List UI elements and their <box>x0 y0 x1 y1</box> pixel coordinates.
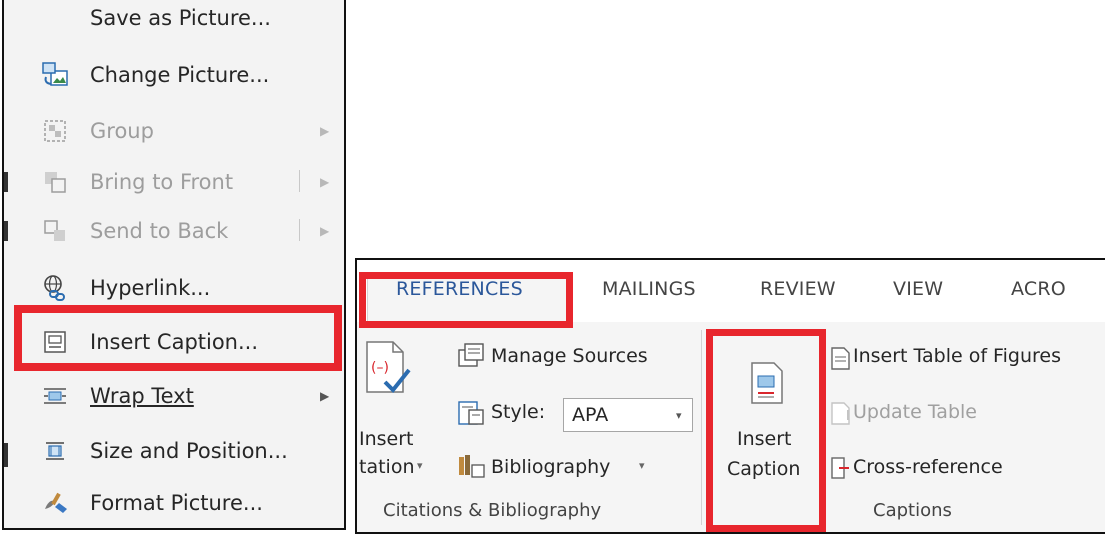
submenu-arrow-icon: ▶ <box>320 175 330 189</box>
tab-mailings[interactable]: MAILINGS <box>602 278 696 300</box>
highlight-box-menu <box>14 305 342 371</box>
menu-item-label: Format Picture... <box>90 491 263 515</box>
table-of-figures-icon <box>831 347 850 370</box>
size-position-icon <box>40 436 70 466</box>
dropdown-arrow-icon: ▾ <box>639 459 645 472</box>
captions-group-label: Captions <box>873 500 952 521</box>
menu-item-label: Size and Position... <box>90 439 288 463</box>
menu-item-label: Group <box>90 119 154 143</box>
left-edge-mark <box>4 221 8 241</box>
wrap-text-icon <box>40 381 70 411</box>
menu-item-format-picture[interactable]: Format Picture... <box>4 477 344 529</box>
menu-item-label: Save as Picture... <box>90 6 271 30</box>
references-ribbon: REFERENCES MAILINGS REVIEW VIEW ACRO (–)… <box>355 258 1105 534</box>
context-menu: Save as Picture... Change Picture... Gro… <box>2 0 346 530</box>
menu-item-label: Send to Back <box>90 219 229 243</box>
submenu-arrow-icon: ▶ <box>320 124 330 138</box>
bring-to-front-icon <box>40 167 70 197</box>
insert-citation-icon: (–) <box>366 341 411 393</box>
menu-item-change-picture[interactable]: Change Picture... <box>4 49 344 101</box>
highlight-box-caption <box>706 329 826 532</box>
split-separator <box>299 219 300 241</box>
send-to-back-icon <box>40 216 70 246</box>
group-separator <box>701 330 702 525</box>
menu-item-label: Change Picture... <box>90 63 270 87</box>
menu-item-send-to-back[interactable]: Send to Back ▶ <box>4 205 344 257</box>
cross-reference-icon <box>831 457 849 479</box>
insert-table-of-figures-button[interactable]: Insert Table of Figures <box>853 345 1061 367</box>
menu-item-save-as-picture[interactable]: Save as Picture... <box>4 0 344 44</box>
left-edge-mark <box>4 443 8 467</box>
bibliography-button[interactable]: Bibliography <box>491 456 610 478</box>
left-edge-mark <box>4 172 8 192</box>
menu-item-label: Hyperlink... <box>90 276 211 300</box>
dropdown-arrow-icon: ▾ <box>417 459 423 472</box>
split-separator <box>299 170 300 192</box>
submenu-arrow-icon: ▶ <box>320 389 330 403</box>
style-label: Style: <box>491 401 546 423</box>
style-value: APA <box>572 404 609 426</box>
bibliography-icon <box>459 455 485 478</box>
menu-item-label: Bring to Front <box>90 170 234 194</box>
menu-item-wrap-text[interactable]: Wrap Text ▶ <box>4 370 344 422</box>
tab-row: REFERENCES MAILINGS REVIEW VIEW ACRO <box>357 260 1105 328</box>
change-picture-icon <box>40 60 70 90</box>
style-icon <box>458 401 484 425</box>
insert-citation-label-2[interactable]: tation <box>359 456 415 478</box>
manage-sources-button[interactable]: Manage Sources <box>491 345 648 367</box>
tab-acrobat[interactable]: ACRO <box>1011 278 1066 300</box>
menu-item-bring-to-front[interactable]: Bring to Front ▶ <box>4 156 344 208</box>
group-icon <box>40 116 70 146</box>
tab-review[interactable]: REVIEW <box>760 278 836 300</box>
update-table-button[interactable]: Update Table <box>853 401 977 423</box>
update-table-icon <box>831 402 850 425</box>
dropdown-arrow-icon: ▾ <box>676 409 682 422</box>
svg-text:(–): (–) <box>371 360 389 376</box>
menu-item-group[interactable]: Group ▶ <box>4 105 344 157</box>
highlight-box-tab <box>359 272 573 328</box>
style-dropdown[interactable]: APA ▾ <box>563 398 693 432</box>
hyperlink-icon <box>40 273 70 303</box>
menu-item-size-position[interactable]: Size and Position... <box>4 425 344 477</box>
format-picture-icon <box>40 488 70 518</box>
cross-reference-button[interactable]: Cross-reference <box>853 456 1003 478</box>
tab-view[interactable]: VIEW <box>893 278 943 300</box>
manage-sources-icon <box>458 343 484 367</box>
menu-item-label: Wrap Text <box>90 384 194 408</box>
submenu-arrow-icon: ▶ <box>320 224 330 238</box>
insert-citation-label-1[interactable]: Insert <box>359 428 414 450</box>
citations-group-label: Citations & Bibliography <box>383 500 602 521</box>
